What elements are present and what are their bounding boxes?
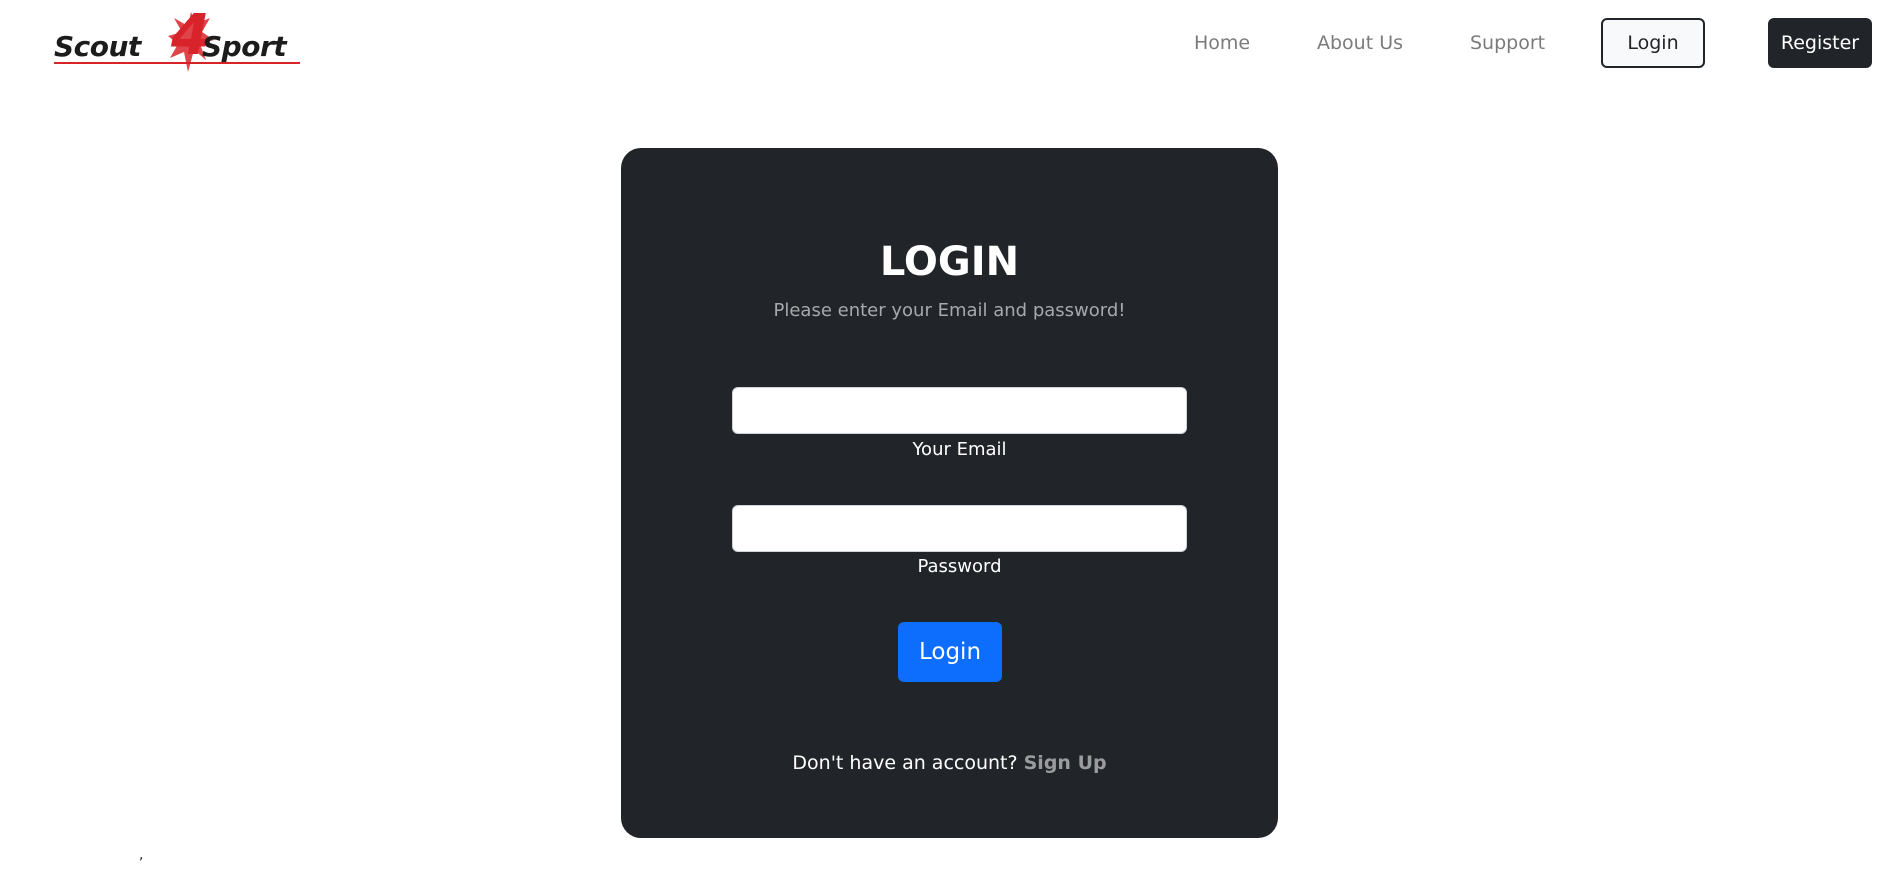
brand-logo[interactable]: 4 Scout Sport [54,8,300,76]
logo-text-right: Sport [202,30,287,63]
stray-text: , [139,847,144,863]
signup-link[interactable]: Sign Up [1024,752,1107,774]
email-input[interactable] [732,387,1187,434]
signup-prompt-row: Don't have an account? Sign Up [621,751,1278,776]
password-label: Password [917,556,1002,577]
login-submit-button[interactable]: Login [898,622,1002,682]
logo-text-left: Scout [54,30,141,63]
nav-link-support[interactable]: Support [1470,30,1545,56]
email-label: Your Email [912,439,1007,460]
signup-prompt-text: Don't have an account? [792,752,1024,774]
nav-login-button[interactable]: Login [1601,18,1705,68]
navbar: 4 Scout Sport Home About Us Support Logi… [0,0,1904,88]
logo-underline [54,62,300,64]
login-card: LOGIN Please enter your Email and passwo… [621,148,1278,838]
login-title: LOGIN [879,239,1020,285]
nav-link-about-us[interactable]: About Us [1317,30,1403,56]
password-input[interactable] [732,505,1187,552]
nav-register-button[interactable]: Register [1768,18,1872,68]
login-subtitle: Please enter your Email and password! [773,300,1126,321]
nav-link-home[interactable]: Home [1194,30,1250,56]
